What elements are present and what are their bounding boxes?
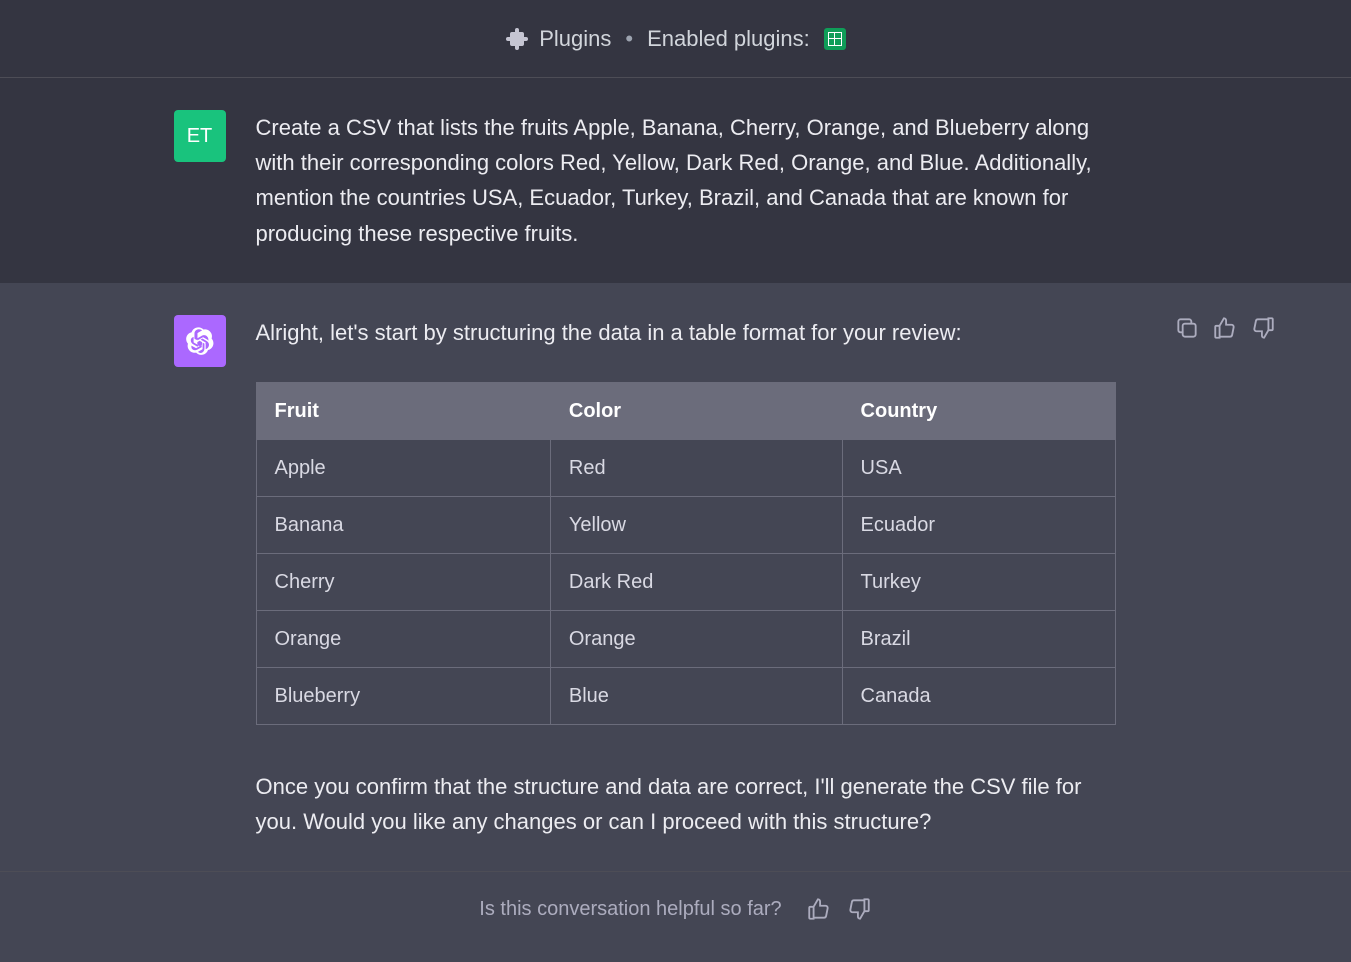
assistant-avatar [174,315,226,367]
table-row: Cherry Dark Red Turkey [256,553,1115,610]
table-row: Banana Yellow Ecuador [256,496,1115,553]
table-header: Fruit [256,382,550,439]
user-avatar: ET [174,110,226,162]
model-plugins-bar: Plugins • Enabled plugins: [0,0,1351,78]
plugins-label: Plugins [539,26,611,52]
feedback-prompt: Is this conversation helpful so far? [479,898,781,921]
copy-icon[interactable] [1174,315,1200,341]
plugins-indicator[interactable]: Plugins [505,26,611,52]
thumbs-down-icon[interactable] [1250,315,1276,341]
feedback-bar: Is this conversation helpful so far? [0,871,1351,962]
assistant-message-actions [1174,315,1276,341]
table-header: Country [842,382,1115,439]
puzzle-icon [505,27,529,51]
assistant-message: Alright, let's start by structuring the … [0,283,1351,872]
enabled-plugins-label: Enabled plugins: [647,26,810,52]
assistant-intro-text: Alright, let's start by structuring the … [256,315,1116,350]
user-message: ET Create a CSV that lists the fruits Ap… [0,78,1351,283]
table-row: Orange Orange Brazil [256,610,1115,667]
user-initials: ET [187,125,213,148]
table-row: Apple Red USA [256,439,1115,496]
user-message-text: Create a CSV that lists the fruits Apple… [256,110,1216,251]
google-sheets-icon[interactable] [824,28,846,50]
table-header: Color [550,382,842,439]
openai-logo-icon [186,327,214,355]
separator-dot: • [625,26,633,52]
table-header-row: Fruit Color Country [256,382,1115,439]
assistant-outro-text: Once you confirm that the structure and … [256,769,1116,839]
fruit-table: Fruit Color Country Apple Red USA Banana… [256,382,1116,725]
thumbs-up-icon[interactable] [1212,315,1238,341]
table-row: Blueberry Blue Canada [256,667,1115,724]
feedback-thumbs-down-icon[interactable] [846,896,872,922]
feedback-thumbs-up-icon[interactable] [806,896,832,922]
